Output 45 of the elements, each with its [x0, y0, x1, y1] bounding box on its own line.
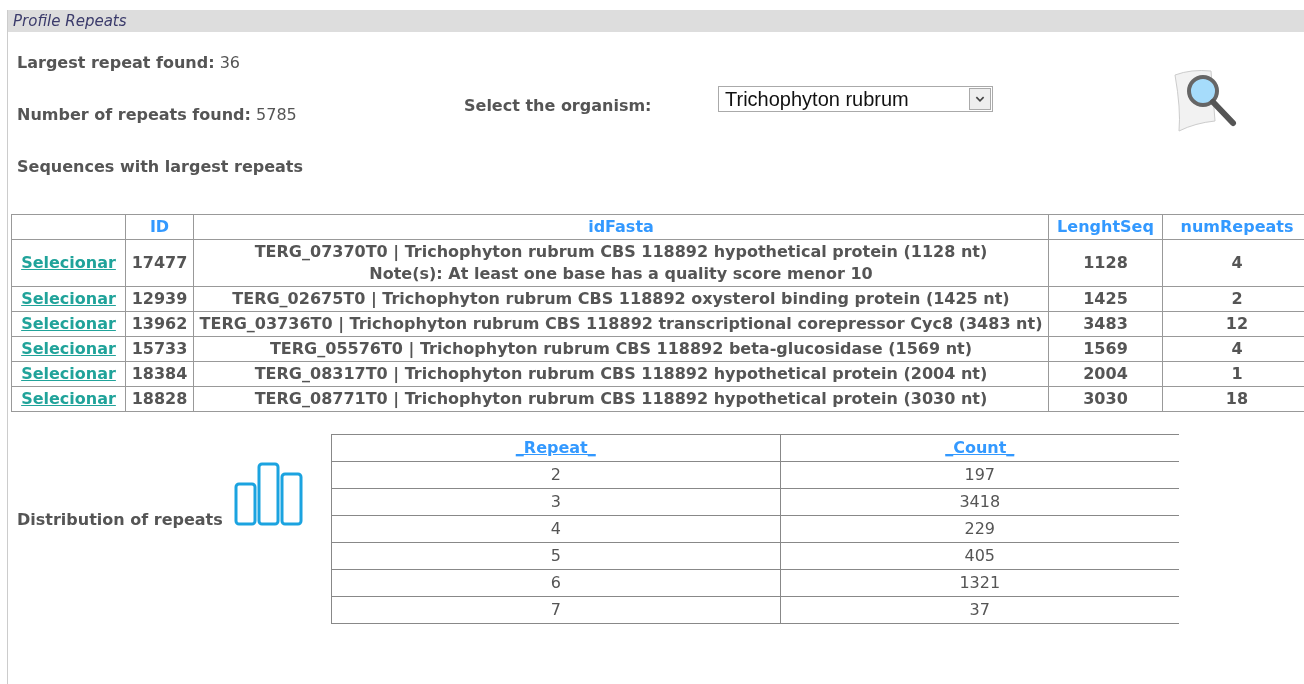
- table-cell: TERG_08771T0 | Trichophyton rubrum CBS 118892 hypothetical protein (3030 nt): [193, 386, 1049, 412]
- stat-text: Largest repeat found: 36: [17, 53, 242, 72]
- caret-icon: [969, 88, 991, 110]
- column-header: LenghtSeq: [1048, 214, 1163, 240]
- table-cell: 18828: [125, 386, 194, 412]
- table-cell: 3483: [1048, 311, 1163, 337]
- table-cell: TERG_02675T0 | Trichophyton rubrum CBS 118892 oxysterol binding protein (1425 nt): [193, 286, 1049, 312]
- table-cell: 3030: [1048, 386, 1163, 412]
- organism-label: Select the organism:: [464, 96, 653, 115]
- column-header: ID: [125, 214, 194, 240]
- table-cell: 6: [331, 569, 781, 597]
- table-cell: 1425: [1048, 286, 1163, 312]
- table-cell: 2: [331, 461, 781, 489]
- section-title: Distribution of repeats: [17, 510, 223, 529]
- panel-title: Profile Repeats: [8, 10, 1304, 32]
- table-cell: TERG_03736T0 | Trichophyton rubrum CBS 118892 transcriptional corepressor Cyc8 (3483 nt): [193, 311, 1049, 337]
- table-cell: 1569: [1048, 336, 1163, 362]
- table-cell: 4: [331, 515, 781, 543]
- column-header: _Repeat_: [331, 434, 781, 462]
- table-cell: 197: [780, 461, 1179, 489]
- table-cell: 5: [331, 542, 781, 570]
- table-cell: 2004: [1048, 361, 1163, 387]
- table-cell: 3: [331, 488, 781, 516]
- table-cell: 7: [331, 596, 781, 624]
- column-header: idFasta: [193, 214, 1049, 240]
- organism-dropdown[interactable]: Trichophyton rubrum: [718, 86, 993, 112]
- table-cell: 405: [780, 542, 1179, 570]
- table-cell: 37: [780, 596, 1179, 624]
- bar-chart-icon: [232, 461, 305, 527]
- column-header: _Count_: [780, 434, 1179, 462]
- table-cell: 229: [780, 515, 1179, 543]
- table-cell: 18384: [125, 361, 194, 387]
- table-cell: 17477: [125, 239, 194, 287]
- table-cell: 15733: [125, 336, 194, 362]
- table-cell: 1321: [780, 569, 1179, 597]
- section-title: Sequences with largest repeats: [17, 157, 304, 176]
- table-cell: 3418: [780, 488, 1179, 516]
- column-header: numRepeats: [1162, 214, 1304, 240]
- table-cell: 13962: [125, 311, 194, 337]
- stat-text: Number of repeats found: 5785: [17, 105, 298, 124]
- table-cell: TERG_05576T0 | Trichophyton rubrum CBS 118892 beta-glucosidase (1569 nt): [193, 336, 1049, 362]
- table-cell: TERG_07370T0 | Trichophyton rubrum CBS 118892 hypothetical protein (1128 nt) Note(s): At least one base has a quality score menor 10: [193, 239, 1049, 287]
- table-cell: 1128: [1048, 239, 1163, 287]
- table-cell: 12939: [125, 286, 194, 312]
- table-cell: TERG_08317T0 | Trichophyton rubrum CBS 118892 hypothetical protein (2004 nt): [193, 361, 1049, 387]
